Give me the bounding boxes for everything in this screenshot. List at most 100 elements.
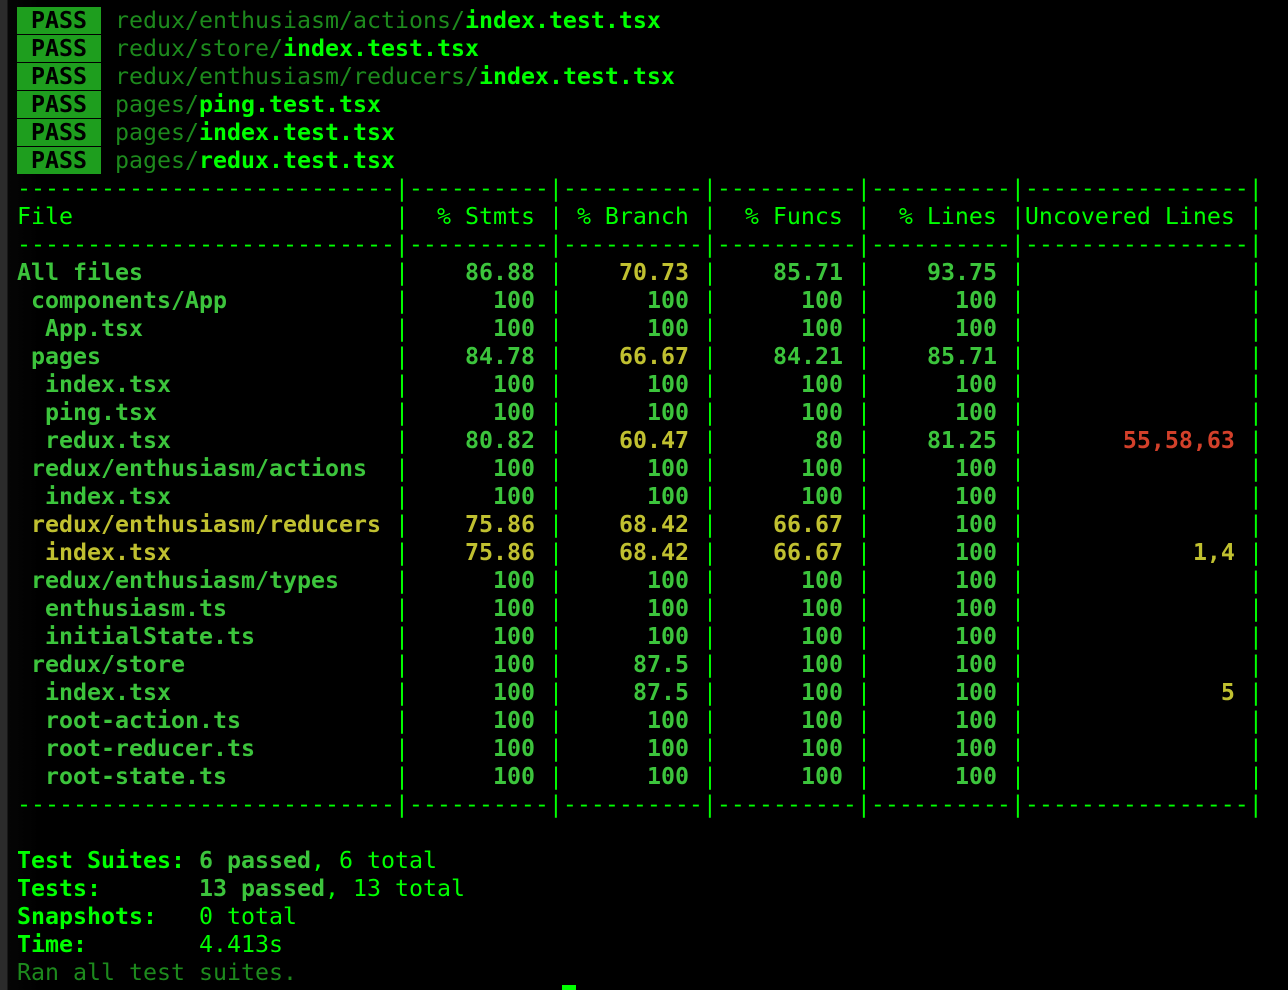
pipe: | bbox=[394, 679, 409, 706]
pipe: | bbox=[548, 679, 563, 706]
cell-branch: 100 bbox=[646, 595, 689, 622]
pass-status: PASS bbox=[31, 7, 87, 34]
cell-funcs: 100 bbox=[800, 371, 843, 398]
cell-funcs: 80 bbox=[814, 427, 843, 454]
pipe: | bbox=[856, 651, 871, 678]
cell-stmts: 75.86 bbox=[464, 511, 535, 538]
summary-label: Snapshots: bbox=[17, 903, 157, 930]
pass-status: PASS bbox=[31, 35, 87, 62]
cell-lines: 100 bbox=[954, 679, 997, 706]
pipe: | bbox=[1248, 567, 1263, 594]
pipe: | bbox=[394, 371, 409, 398]
cell-branch: 100 bbox=[646, 371, 689, 398]
separator: ---------------------------|----------|-… bbox=[17, 791, 1263, 818]
test-file-name: index.test.tsx bbox=[199, 119, 395, 146]
table-row: index.tsx | 100 | 87.5 | 100 | 100 | 5 | bbox=[17, 679, 1263, 707]
separator: ---------------------------|----------|-… bbox=[17, 231, 1263, 258]
pipe: | bbox=[702, 427, 717, 454]
pipe: | bbox=[548, 763, 563, 790]
pipe: | bbox=[548, 427, 563, 454]
file-name: initialState.ts bbox=[45, 623, 255, 650]
cell-branch: 60.47 bbox=[618, 427, 689, 454]
test-file-name: index.test.tsx bbox=[478, 63, 675, 90]
pipe: | bbox=[1248, 483, 1263, 510]
summary-passed: 6 passed bbox=[198, 847, 311, 874]
pipe: | bbox=[702, 763, 717, 790]
file-name: components/App bbox=[31, 287, 227, 314]
cell-lines: 81.25 bbox=[926, 427, 997, 454]
pipe: | bbox=[856, 315, 871, 342]
pipe: | bbox=[394, 203, 409, 230]
cell-lines: 100 bbox=[954, 511, 997, 538]
cell-lines: 100 bbox=[954, 707, 997, 734]
file-name: index.tsx bbox=[45, 371, 171, 398]
cell-funcs: 100 bbox=[800, 315, 843, 342]
pipe: | bbox=[1010, 427, 1025, 454]
test-path-dir: pages/ bbox=[115, 91, 199, 118]
pipe: | bbox=[394, 483, 409, 510]
pipe: | bbox=[1010, 707, 1025, 734]
pipe: | bbox=[856, 763, 871, 790]
cell-lines: 100 bbox=[954, 567, 997, 594]
cell-lines: 100 bbox=[954, 735, 997, 762]
file-name: App.tsx bbox=[45, 315, 143, 342]
pipe: | bbox=[1010, 315, 1025, 342]
table-separator: ---------------------------|----------|-… bbox=[17, 175, 1263, 203]
pipe: | bbox=[1248, 511, 1263, 538]
pipe: | bbox=[1248, 343, 1263, 370]
cell-lines: 100 bbox=[954, 623, 997, 650]
table-row: redux.tsx | 80.82 | 60.47 | 80 | 81.25 |… bbox=[17, 427, 1263, 455]
cell-funcs: 66.67 bbox=[772, 539, 843, 566]
file-name: redux/store bbox=[31, 651, 185, 678]
cell-stmts: 100 bbox=[492, 651, 535, 678]
cell-stmts: 80.82 bbox=[464, 427, 535, 454]
summary-tests: Tests: 13 passed, 13 total bbox=[17, 875, 1263, 903]
summary-snapshots: Snapshots: 0 total bbox=[17, 903, 1263, 931]
cell-branch: 100 bbox=[646, 735, 689, 762]
pipe: | bbox=[1010, 539, 1025, 566]
test-path-dir: redux/enthusiasm/actions/ bbox=[115, 7, 465, 34]
pipe: | bbox=[1010, 763, 1025, 790]
pass-status: PASS bbox=[31, 147, 87, 174]
header-1: % Stmts bbox=[436, 203, 535, 230]
table-row: index.tsx | 100 | 100 | 100 | 100 | | bbox=[17, 483, 1263, 511]
table-row: initialState.ts | 100 | 100 | 100 | 100 … bbox=[17, 623, 1263, 651]
summary-label: Tests: bbox=[17, 875, 101, 902]
pass-badge: PASS bbox=[17, 7, 101, 34]
pipe: | bbox=[1248, 651, 1263, 678]
pipe: | bbox=[856, 595, 871, 622]
table-row: enthusiasm.ts | 100 | 100 | 100 | 100 | … bbox=[17, 595, 1263, 623]
pipe: | bbox=[702, 539, 717, 566]
cell-funcs: 100 bbox=[800, 595, 843, 622]
pipe: | bbox=[856, 483, 871, 510]
pipe: | bbox=[702, 259, 717, 286]
cell-funcs: 100 bbox=[800, 679, 843, 706]
pipe: | bbox=[548, 315, 563, 342]
pipe: | bbox=[548, 287, 563, 314]
pipe: | bbox=[856, 511, 871, 538]
file-name: enthusiasm.ts bbox=[45, 595, 227, 622]
pipe: | bbox=[1010, 371, 1025, 398]
cell-stmts: 100 bbox=[492, 371, 535, 398]
cell-funcs: 100 bbox=[800, 763, 843, 790]
pipe: | bbox=[394, 623, 409, 650]
pipe: | bbox=[1010, 399, 1025, 426]
pipe: | bbox=[548, 203, 563, 230]
pipe: | bbox=[1010, 203, 1025, 230]
pass-badge: PASS bbox=[17, 147, 101, 174]
header-2: % Branch bbox=[576, 203, 689, 230]
cell-funcs: 100 bbox=[800, 735, 843, 762]
test-result-line: PASS pages/redux.test.tsx bbox=[17, 147, 1263, 175]
pipe: | bbox=[702, 567, 717, 594]
summary-footer: Ran all test suites. bbox=[17, 959, 1263, 987]
header-4: % Lines bbox=[898, 203, 997, 230]
pipe: | bbox=[394, 287, 409, 314]
cell-lines: 100 bbox=[954, 371, 997, 398]
cell-lines: 100 bbox=[954, 399, 997, 426]
pipe: | bbox=[1010, 595, 1025, 622]
pipe: | bbox=[1248, 203, 1263, 230]
pipe: | bbox=[548, 707, 563, 734]
file-name: index.tsx bbox=[45, 539, 171, 566]
cell-branch: 100 bbox=[646, 455, 689, 482]
pipe: | bbox=[856, 735, 871, 762]
